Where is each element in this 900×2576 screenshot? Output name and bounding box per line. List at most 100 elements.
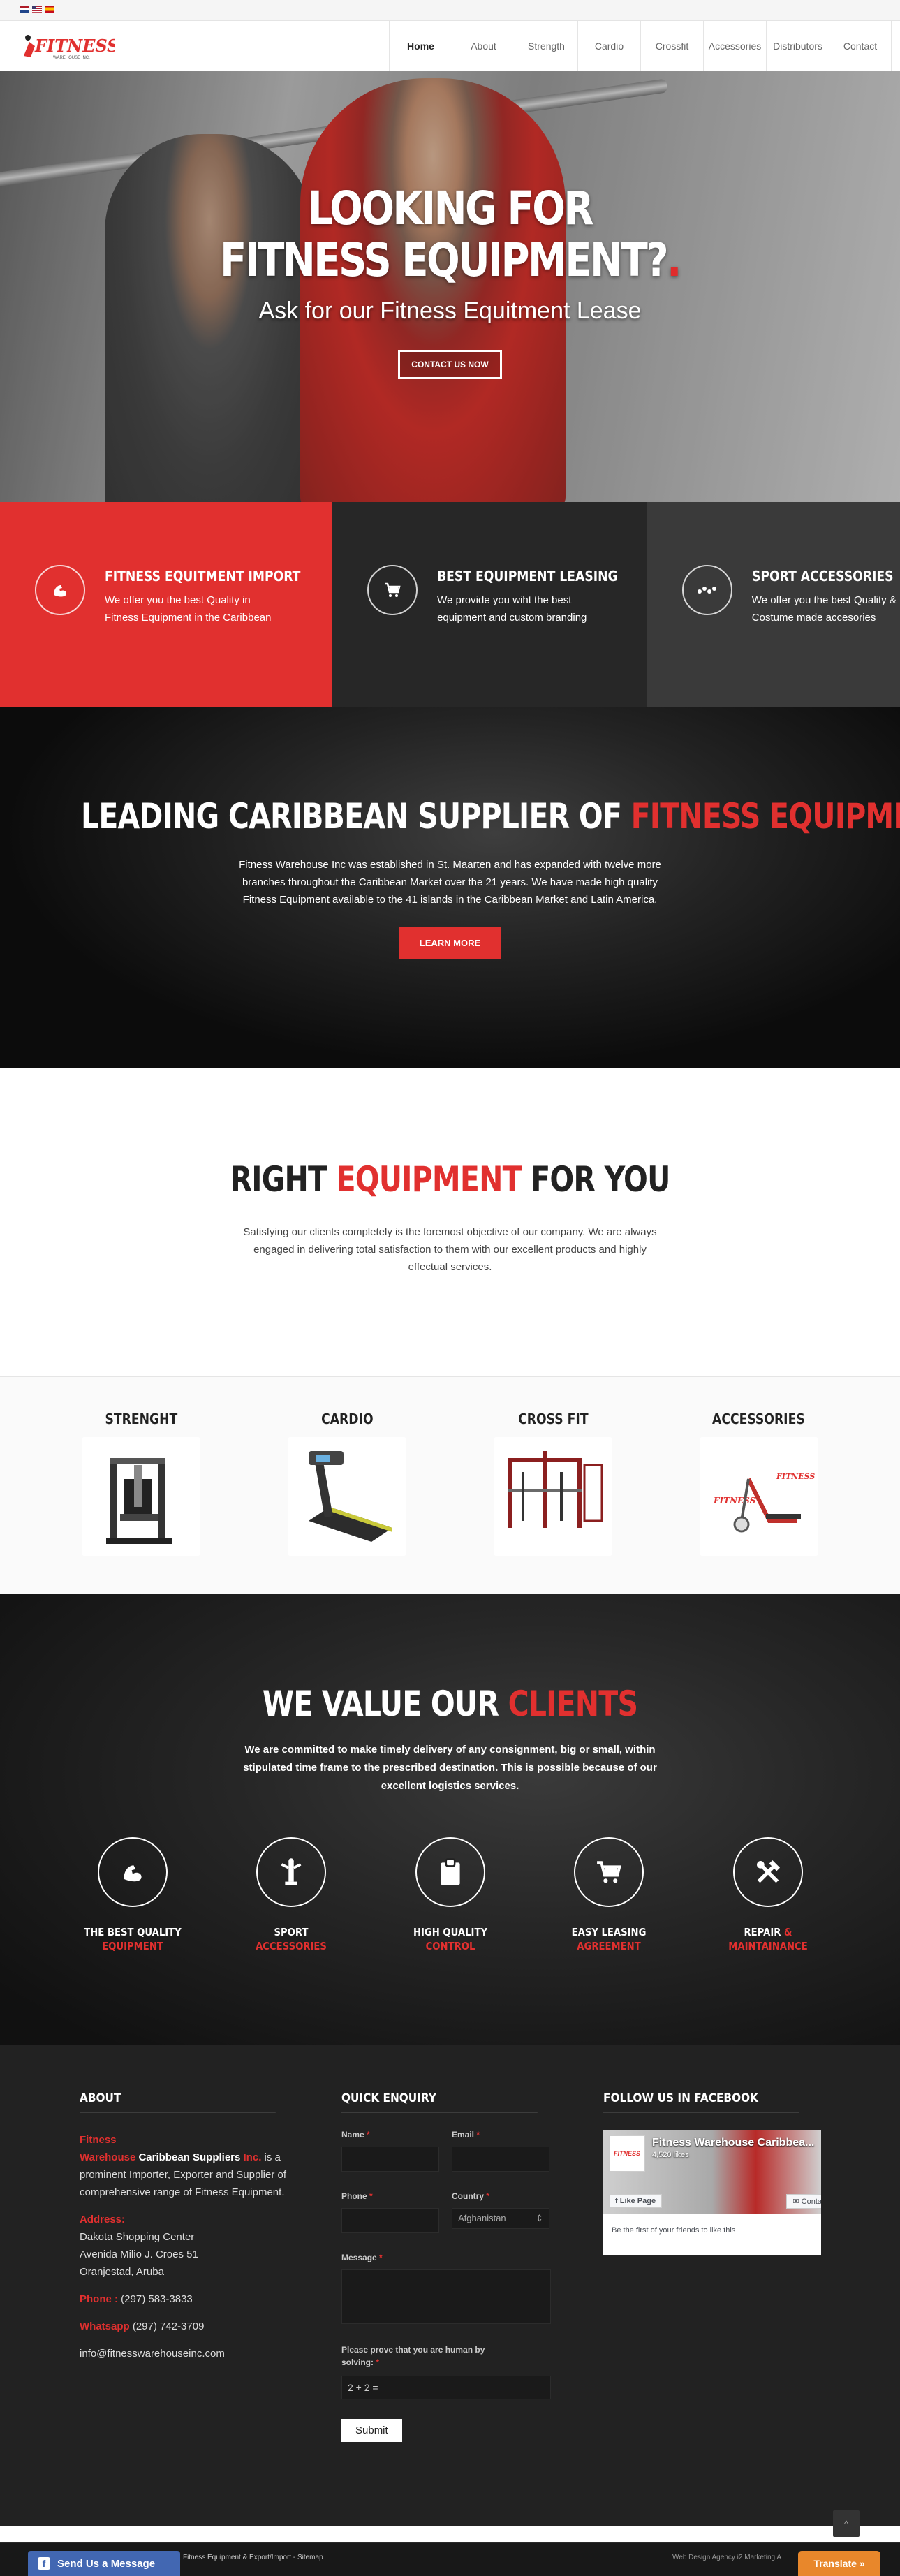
logo-subtext: WAREHOUSE INC.: [53, 56, 90, 60]
footer-quick-enquiry: QUICK ENQUIRY Name * Email * Phone * Cou…: [341, 2091, 559, 2526]
nav-about[interactable]: About: [452, 21, 515, 71]
contact-us-button[interactable]: CONTACT US NOW: [398, 350, 502, 379]
features-row: FITNESS EQUITMENT IMPORT We offer you th…: [0, 502, 900, 707]
facebook-like-button[interactable]: f Like Page: [609, 2194, 663, 2208]
email-link[interactable]: info@fitnesswarehouseinc.com: [80, 2345, 297, 2362]
flag-usa-icon[interactable]: [32, 6, 42, 13]
right-equipment-text: Satisfying our clients completely is the…: [243, 1226, 657, 1273]
category-cardio[interactable]: CARDIO: [244, 1377, 450, 1594]
value-item: REPAIR & MAINTAINANCE: [709, 1837, 827, 1953]
facebook-page-logo: FITNESS: [609, 2135, 645, 2172]
facebook-page-name[interactable]: Fitness Warehouse Caribbea...: [652, 2137, 814, 2149]
categories-row: STRENGHT CARDIO CROSS FIT ACCESSORIES FI…: [0, 1376, 900, 1594]
feature-leasing: BEST EQUIPMENT LEASING We provide you wi…: [332, 502, 647, 707]
email-field[interactable]: [452, 2147, 549, 2172]
crossfit-rig-image[interactable]: [493, 1437, 612, 1556]
accessory-logo-text: FITNESS: [776, 1472, 815, 1481]
facebook-title: FOLLOW US IN FACEBOOK: [603, 2091, 799, 2113]
footer-links[interactable]: Fitness Equipment & Export/Import - Site…: [183, 2554, 323, 2561]
feature-text: We offer you the best Quality & Costume …: [751, 594, 897, 624]
flexed-arm-icon: [97, 1837, 168, 1907]
whatsapp-line: Whatsapp (297) 742-3709: [80, 2320, 205, 2332]
scroll-top-button[interactable]: ^: [833, 2510, 860, 2537]
flexed-arm-icon: [35, 565, 85, 615]
nav-home[interactable]: Home: [389, 21, 452, 71]
category-label[interactable]: CROSS FIT: [464, 1411, 641, 1427]
facebook-likes: 4,520 likes: [652, 2151, 689, 2159]
value-item: HIGH QUALITY CONTROL: [391, 1837, 510, 1953]
value-item: EASY LEASING AGREEMENT: [549, 1837, 668, 1953]
values-text: We are committed to make timely delivery…: [243, 1744, 657, 1792]
cart-icon: [367, 565, 418, 615]
right-equipment-title: RIGHT EQUIPMENT FOR YOU: [230, 1159, 670, 1200]
right-equipment-section: RIGHT EQUIPMENT FOR YOU Satisfying our c…: [0, 1068, 900, 1376]
enquiry-form: Name * Email * Phone * Country * Afghani…: [341, 2130, 559, 2442]
nav-crossfit[interactable]: Crossfit: [640, 21, 703, 71]
accessories-image[interactable]: FITNESS FITNESS: [699, 1437, 818, 1556]
nav-distributors[interactable]: Distributors: [766, 21, 829, 71]
value-item: THE BEST QUALITY EQUIPMENT: [73, 1837, 192, 1953]
facebook-icon: f: [38, 2557, 50, 2570]
message-field[interactable]: [341, 2269, 551, 2324]
accessory-logo-text: FITNESS: [713, 1496, 756, 1506]
feature-text: We offer you the best Quality in Fitness…: [105, 594, 272, 624]
dots-icon: [681, 565, 732, 615]
captcha-field[interactable]: 2 + 2 =: [341, 2376, 551, 2399]
message-icon: ✉: [792, 2198, 802, 2206]
facebook-icon: f: [615, 2197, 620, 2205]
flag-netherlands-icon[interactable]: [20, 6, 29, 13]
translate-button[interactable]: Translate »: [798, 2551, 880, 2576]
facebook-friends-text: Be the first of your friends to like thi…: [612, 2226, 736, 2235]
feature-text: We provide you wiht the best equipment a…: [437, 594, 587, 624]
whatsapp-link[interactable]: (297) 742-3709: [133, 2320, 205, 2332]
value-item: SPORT ACCESSORIES: [232, 1837, 351, 1953]
nav-accessories[interactable]: Accessories: [703, 21, 766, 71]
facebook-cover: FITNESS Fitness Warehouse Caribbea... 4,…: [603, 2130, 821, 2214]
nav-strength[interactable]: Strength: [515, 21, 577, 71]
leading-title: LEADING CARIBBEAN SUPPLIER OF FITNESS EQ…: [81, 796, 900, 837]
tools-icon: [732, 1837, 803, 1907]
values-section: WE VALUE OUR CLIENTS We are committed to…: [0, 1594, 900, 2045]
send-message-button[interactable]: f Send Us a Message: [28, 2551, 180, 2576]
category-label[interactable]: ACCESSORIES: [670, 1411, 847, 1427]
learn-more-button[interactable]: LEARN MORE: [398, 927, 502, 959]
clipboard-icon: [415, 1837, 485, 1907]
feature-import: FITNESS EQUITMENT IMPORT We offer you th…: [0, 502, 333, 707]
hero-title: LOOKING FOR FITNESS EQUIPMENT?.: [220, 182, 681, 287]
feature-title: FITNESS EQUITMENT IMPORT: [105, 568, 301, 584]
cart-icon: [574, 1837, 644, 1907]
nav-cardio[interactable]: Cardio: [577, 21, 640, 71]
name-field[interactable]: [341, 2147, 439, 2172]
phone-field[interactable]: [341, 2208, 439, 2233]
language-flags: [20, 6, 54, 13]
fitness-warehouse-logo[interactable]: FITNESS WAREHOUSE INC.: [21, 28, 115, 64]
facebook-widget[interactable]: FITNESS Fitness Warehouse Caribbea... 4,…: [603, 2130, 821, 2255]
flag-spain-icon[interactable]: [45, 6, 54, 13]
hero-section: LOOKING FOR FITNESS EQUIPMENT?. Ask for …: [0, 71, 900, 502]
country-select[interactable]: Afghanistan ⇕: [452, 2208, 549, 2229]
facebook-contact-button[interactable]: ✉ Conta: [786, 2194, 821, 2209]
category-label[interactable]: CARDIO: [258, 1411, 435, 1427]
phone-line: Phone : (297) 583-3833: [80, 2293, 193, 2305]
leading-text: Fitness Warehouse Inc was established in…: [239, 859, 661, 906]
credits-text[interactable]: Web Design Agency i2 Marketing A: [672, 2554, 781, 2561]
category-crossfit[interactable]: CROSS FIT: [450, 1377, 656, 1594]
nav-contact[interactable]: Contact: [829, 21, 892, 71]
phone-link[interactable]: (297) 583-3833: [121, 2293, 193, 2305]
category-strength[interactable]: STRENGHT: [38, 1377, 244, 1594]
feature-title: SPORT ACCESSORIES: [751, 568, 894, 584]
treadmill-image[interactable]: [288, 1437, 407, 1556]
footer-about: ABOUT Fitness Warehouse Caribbean Suppli…: [80, 2091, 297, 2526]
site-footer: ABOUT Fitness Warehouse Caribbean Suppli…: [0, 2045, 900, 2526]
category-accessories[interactable]: ACCESSORIES FITNESS FITNESS: [656, 1377, 862, 1594]
values-icons-row: THE BEST QUALITY EQUIPMENT SPORT ACCESSOR…: [73, 1837, 827, 1953]
feature-accessories: SPORT ACCESSORIES We offer you the best …: [647, 502, 900, 707]
strength-machine-image[interactable]: [82, 1437, 201, 1556]
top-bar: [0, 0, 900, 21]
feature-title: BEST EQUIPMENT LEASING: [437, 568, 618, 584]
category-label[interactable]: STRENGHT: [53, 1411, 230, 1427]
submit-button[interactable]: Submit: [341, 2419, 402, 2442]
values-title: WE VALUE OUR CLIENTS: [262, 1684, 638, 1724]
enquiry-title: QUICK ENQUIRY: [341, 2091, 538, 2113]
logo-text: FITNESS: [34, 36, 115, 56]
